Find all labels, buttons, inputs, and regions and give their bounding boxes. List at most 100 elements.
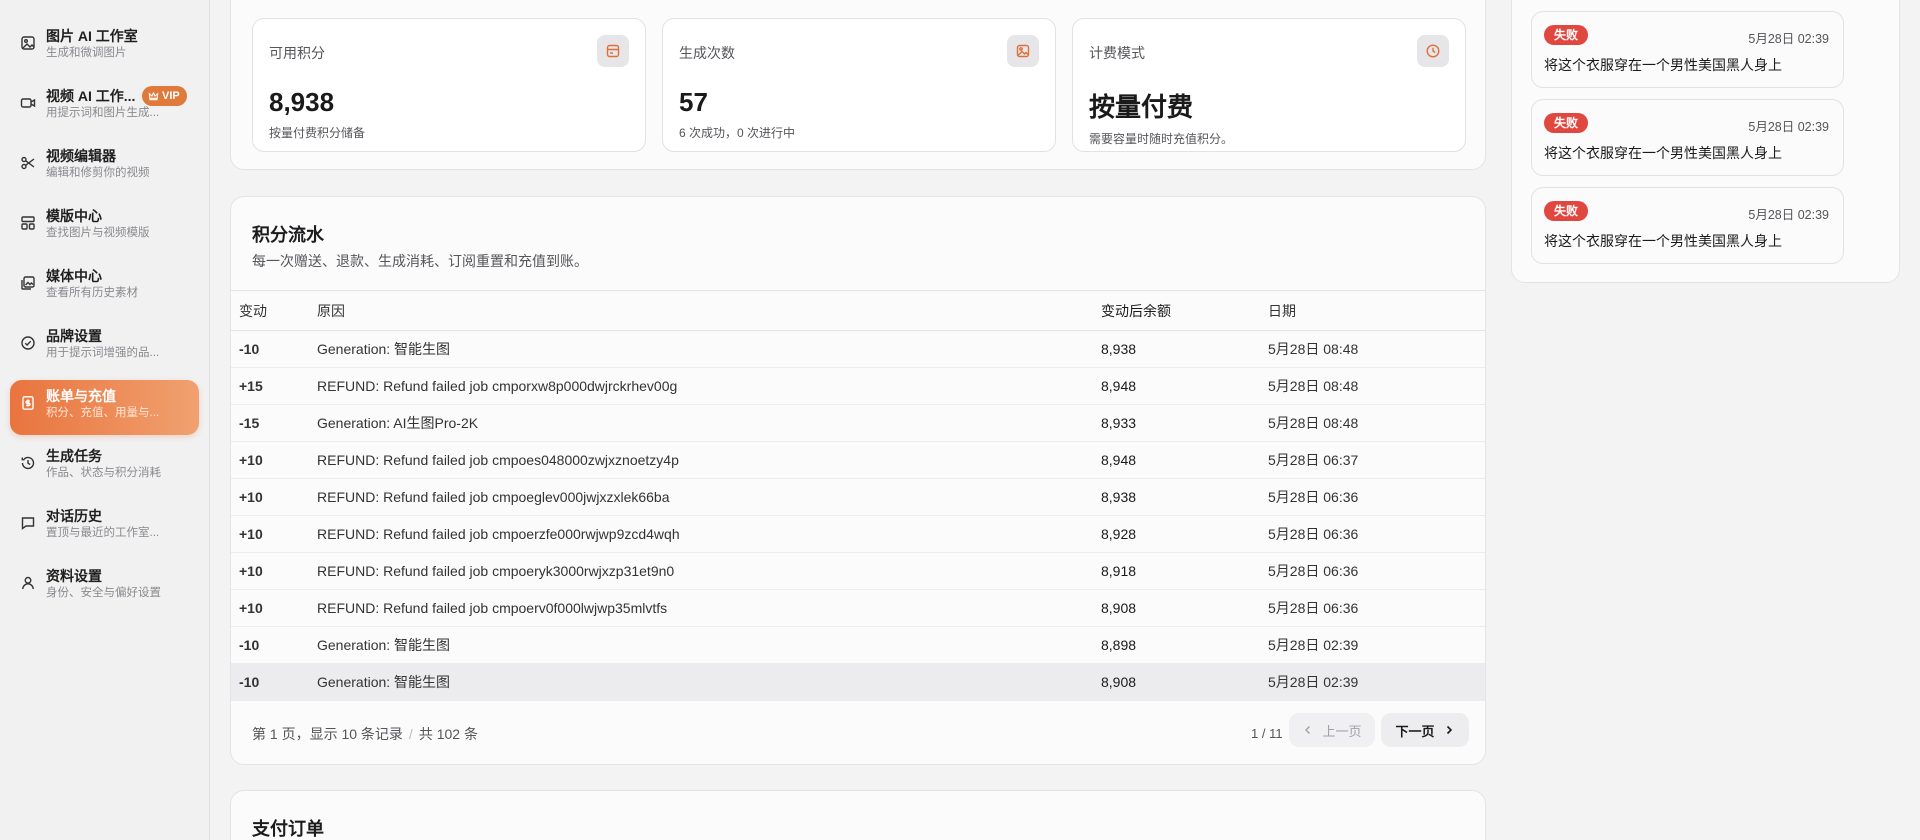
- check-circle-icon: [20, 335, 36, 351]
- row-date: 5月28日 08:48: [1268, 367, 1485, 405]
- sidebar-item-subtitle: 用于提示词增强的品...: [46, 347, 160, 359]
- history-icon: [20, 455, 36, 471]
- task-prompt: 将这个衣服穿在一个男性美国黑人身上: [1544, 233, 1782, 249]
- sidebar-item-subtitle: 生成和微调图片: [46, 47, 127, 59]
- chevron-left-icon: [1305, 726, 1311, 734]
- stat-label: 可用积分: [269, 45, 325, 61]
- sidebar-item-templates[interactable]: 模版中心 查找图片与视频模版: [10, 200, 199, 255]
- ledger-description: 每一次赠送、退款、生成消耗、订阅重置和充值到账。: [252, 253, 588, 269]
- stat-value: 57: [679, 87, 708, 117]
- clock-icon: [1417, 35, 1449, 67]
- row-balance: 8,938: [1101, 330, 1268, 368]
- template-icon: [20, 215, 36, 231]
- orders-card: 支付订单: [230, 790, 1486, 840]
- row-balance: 8,908: [1101, 589, 1268, 627]
- stat-value: 按量付费: [1089, 92, 1194, 122]
- row-balance: 8,948: [1101, 441, 1268, 479]
- row-amount: +10: [231, 589, 317, 627]
- sidebar-item-chats[interactable]: 对话历史 置顶与最近的工作室...: [10, 500, 199, 555]
- stat-credits: 可用积分 8,938 按量付费积分储备: [252, 18, 646, 152]
- sidebar-item-subtitle: 身份、安全与偏好设置: [46, 587, 161, 599]
- wallet-icon: [597, 35, 629, 67]
- stat-generations: 生成次数 57 6 次成功，0 次进行中: [662, 18, 1056, 152]
- sidebar-item-title: 对话历史: [46, 508, 102, 524]
- table-row: -10 Generation: 智能生图 8,908 5月28日 02:39: [231, 663, 1485, 701]
- row-reason: Generation: 智能生图: [317, 626, 1101, 664]
- stat-value: 8,938: [269, 87, 335, 117]
- row-date: 5月28日 02:39: [1268, 663, 1485, 701]
- row-reason: REFUND: Refund failed job cmpoerzfe000rw…: [317, 515, 1101, 553]
- crown-icon: [148, 91, 159, 100]
- row-balance: 8,928: [1101, 515, 1268, 553]
- row-date: 5月28日 02:39: [1268, 626, 1485, 664]
- scissors-icon: [20, 155, 36, 171]
- orders-title: 支付订单: [252, 819, 324, 839]
- sidebar: 图片 AI 工作室 生成和微调图片 视频 AI 工作... 用提示词和图片生成.…: [0, 0, 210, 840]
- pagination-page-info: 第 1 页，显示 10 条记录: [252, 726, 403, 742]
- ledger-card: 积分流水 每一次赠送、退款、生成消耗、订阅重置和充值到账。 变动 原因 变动后余…: [230, 196, 1486, 765]
- sidebar-item-profile[interactable]: 资料设置 身份、安全与偏好设置: [10, 560, 199, 615]
- row-amount: +15: [231, 367, 317, 405]
- billing-icon: [20, 395, 36, 411]
- sidebar-item-video-editor[interactable]: 视频编辑器 编辑和修剪你的视频: [10, 140, 199, 195]
- media-icon: [20, 275, 36, 291]
- next-page-button[interactable]: 下一页: [1381, 713, 1469, 747]
- video-icon: [20, 95, 36, 111]
- stat-label: 计费模式: [1089, 45, 1145, 61]
- task-prompt: 将这个衣服穿在一个男性美国黑人身上: [1544, 57, 1782, 73]
- sidebar-item-title: 视频编辑器: [46, 148, 116, 164]
- ledger-title: 积分流水: [252, 225, 324, 245]
- table-row: +10 REFUND: Refund failed job cmpoerzfe0…: [231, 515, 1485, 553]
- pagination-info: 第 1 页，显示 10 条记录 / 共 102 条: [252, 724, 478, 744]
- table-row: -10 Generation: 智能生图 8,898 5月28日 02:39: [231, 626, 1485, 664]
- next-page-label: 下一页: [1395, 723, 1435, 739]
- row-balance: 8,948: [1101, 367, 1268, 405]
- chat-icon: [20, 515, 36, 531]
- stat-billing-mode: 计费模式 按量付费 需要容量时随时充值积分。: [1072, 18, 1466, 152]
- sidebar-item-subtitle: 编辑和修剪你的视频: [46, 167, 150, 179]
- sidebar-item-title: 图片 AI 工作室: [46, 28, 138, 44]
- task-card[interactable]: 失败 5月28日 02:39 将这个衣服穿在一个男性美国黑人身上: [1531, 11, 1844, 88]
- pagination-total: 共 102 条: [418, 726, 478, 742]
- row-amount: -10: [231, 626, 317, 664]
- sidebar-item-media[interactable]: 媒体中心 查看所有历史素材: [10, 260, 199, 315]
- row-date: 5月28日 06:36: [1268, 478, 1485, 516]
- vip-badge: VIP: [142, 86, 187, 106]
- row-date: 5月28日 06:36: [1268, 589, 1485, 627]
- row-amount: -15: [231, 404, 317, 442]
- sidebar-item-billing[interactable]: 账单与充值 积分、充值、用量与...: [10, 380, 199, 435]
- sidebar-item-title: 账单与充值: [46, 388, 116, 404]
- row-amount: +10: [231, 552, 317, 590]
- task-card[interactable]: 失败 5月28日 02:39 将这个衣服穿在一个男性美国黑人身上: [1531, 99, 1844, 176]
- table-header-row: 变动 原因 变动后余额 日期: [231, 290, 1485, 331]
- row-balance: 8,908: [1101, 663, 1268, 701]
- row-balance: 8,918: [1101, 552, 1268, 590]
- sidebar-item-tasks[interactable]: 生成任务 作品、状态与积分消耗: [10, 440, 199, 495]
- table-row: +15 REFUND: Refund failed job cmporxw8p0…: [231, 367, 1485, 405]
- sidebar-item-brand[interactable]: 品牌设置 用于提示词增强的品...: [10, 320, 199, 375]
- sidebar-item-title: 媒体中心: [46, 268, 102, 284]
- table-row: +10 REFUND: Refund failed job cmpoerv0f0…: [231, 589, 1485, 627]
- stat-label: 生成次数: [679, 45, 735, 61]
- stats-card: 可用积分 8,938 按量付费积分储备 生成次数 57 6 次成功，0 次进行中…: [230, 0, 1486, 170]
- column-header-reason: 原因: [317, 290, 1101, 331]
- sidebar-item-subtitle: 作品、状态与积分消耗: [46, 467, 161, 479]
- sidebar-item-title: 模版中心: [46, 208, 102, 224]
- prev-page-button[interactable]: 上一页: [1289, 713, 1375, 747]
- task-card[interactable]: 失败 5月28日 02:39 将这个衣服穿在一个男性美国黑人身上: [1531, 187, 1844, 264]
- row-balance: 8,933: [1101, 404, 1268, 442]
- table-row: +10 REFUND: Refund failed job cmpoeryk30…: [231, 552, 1485, 590]
- sidebar-item-image-studio[interactable]: 图片 AI 工作室 生成和微调图片: [10, 20, 199, 75]
- task-prompt: 将这个衣服穿在一个男性美国黑人身上: [1544, 145, 1782, 161]
- stat-subtitle: 按量付费积分储备: [269, 126, 366, 140]
- column-header-change: 变动: [231, 290, 317, 331]
- row-date: 5月28日 08:48: [1268, 404, 1485, 442]
- row-balance: 8,898: [1101, 626, 1268, 664]
- row-date: 5月28日 06:37: [1268, 441, 1485, 479]
- table-row: +10 REFUND: Refund failed job cmpoes0480…: [231, 441, 1485, 479]
- row-reason: Generation: 智能生图: [317, 663, 1101, 701]
- vip-badge-label: VIP: [162, 90, 180, 102]
- sidebar-item-subtitle: 积分、充值、用量与...: [46, 407, 160, 419]
- status-badge: 失败: [1544, 113, 1589, 133]
- status-badge: 失败: [1544, 201, 1589, 221]
